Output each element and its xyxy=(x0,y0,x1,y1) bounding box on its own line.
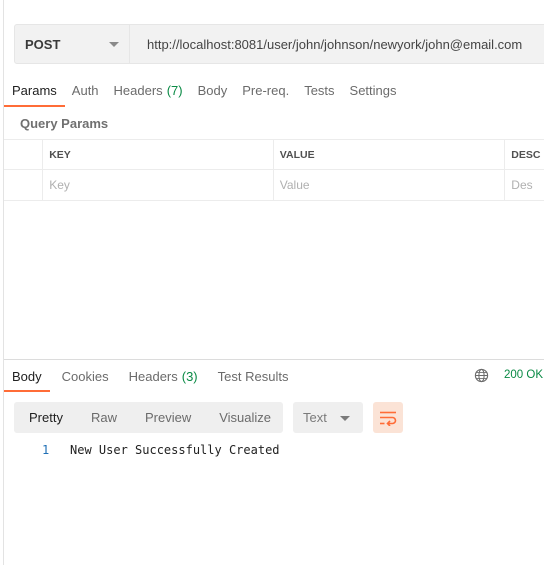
tab-label: Headers xyxy=(128,368,178,384)
row-checkbox-cell xyxy=(4,170,44,200)
tab-label: Body xyxy=(12,368,42,384)
view-visualize[interactable]: Visualize xyxy=(204,410,271,425)
tab-label: Headers xyxy=(113,82,163,98)
view-pretty[interactable]: Pretty xyxy=(14,410,63,425)
wrap-lines-button[interactable] xyxy=(373,402,403,433)
panel-border xyxy=(3,0,4,565)
value-input[interactable]: Value xyxy=(274,170,506,200)
description-input[interactable]: Des xyxy=(505,170,544,200)
request-tabs: Params Auth Headers (7) Body Pre-req. Tes… xyxy=(4,75,412,107)
tab-test-results[interactable]: Test Results xyxy=(218,361,289,391)
wrap-lines-icon xyxy=(380,411,397,426)
tab-label: Auth xyxy=(71,82,99,98)
tab-pre-request[interactable]: Pre-req. xyxy=(242,75,289,105)
query-params-title: Query Params xyxy=(20,116,109,131)
tab-label: Test Results xyxy=(217,368,289,384)
key-input[interactable]: Key xyxy=(43,170,274,200)
view-mode-selector: Pretty Raw Preview Visualize xyxy=(14,402,283,433)
url-input[interactable]: http://localhost:8081/user/john/johnson/… xyxy=(130,24,544,64)
method-select[interactable]: POST xyxy=(14,24,130,64)
tab-response-body[interactable]: Body xyxy=(4,361,50,392)
format-label: Text xyxy=(303,410,327,425)
status-badge[interactable]: 200 OK xyxy=(504,369,543,381)
tab-label: Cookies xyxy=(61,368,109,384)
tab-cookies[interactable]: Cookies xyxy=(62,361,109,391)
table-header-row: KEY VALUE DESC xyxy=(4,139,544,170)
tab-label: Settings xyxy=(349,82,397,98)
description-column-header: DESC xyxy=(511,148,541,161)
tab-response-headers[interactable]: Headers (3) xyxy=(129,361,198,391)
tab-settings[interactable]: Settings xyxy=(350,75,397,105)
response-tabs: Body Cookies Headers (3) Test Results xyxy=(4,361,308,392)
globe-icon[interactable] xyxy=(474,368,489,383)
value-column-header: VALUE xyxy=(274,140,506,169)
tab-label: Body xyxy=(197,82,228,98)
tab-auth[interactable]: Auth xyxy=(72,75,99,105)
view-preview[interactable]: Preview xyxy=(130,410,191,425)
headers-count: (7) xyxy=(166,82,183,98)
format-select[interactable]: Text xyxy=(293,402,363,433)
table-row: Key Value Des xyxy=(4,170,544,201)
tab-body[interactable]: Body xyxy=(198,75,228,105)
pane-divider[interactable] xyxy=(4,359,544,360)
params-table: KEY VALUE DESC Key Value Des xyxy=(4,139,544,201)
chevron-down-icon xyxy=(109,41,119,47)
tab-label: Pre-req. xyxy=(242,82,290,98)
headers-count: (3) xyxy=(181,368,198,384)
tab-params[interactable]: Params xyxy=(4,75,65,107)
tab-tests[interactable]: Tests xyxy=(304,75,334,105)
view-raw[interactable]: Raw xyxy=(76,410,117,425)
request-bar: POST http://localhost:8081/user/john/joh… xyxy=(14,24,544,64)
tab-label: Params xyxy=(12,82,57,98)
line-number: 1 xyxy=(42,443,50,457)
checkbox-column-header xyxy=(4,140,44,169)
response-line: New User Successfully Created xyxy=(70,443,280,457)
key-column-header: KEY xyxy=(43,140,274,169)
tab-label: Tests xyxy=(304,82,335,98)
method-label: POST xyxy=(25,36,61,52)
chevron-down-icon xyxy=(340,416,350,421)
tab-headers[interactable]: Headers (7) xyxy=(114,75,183,105)
